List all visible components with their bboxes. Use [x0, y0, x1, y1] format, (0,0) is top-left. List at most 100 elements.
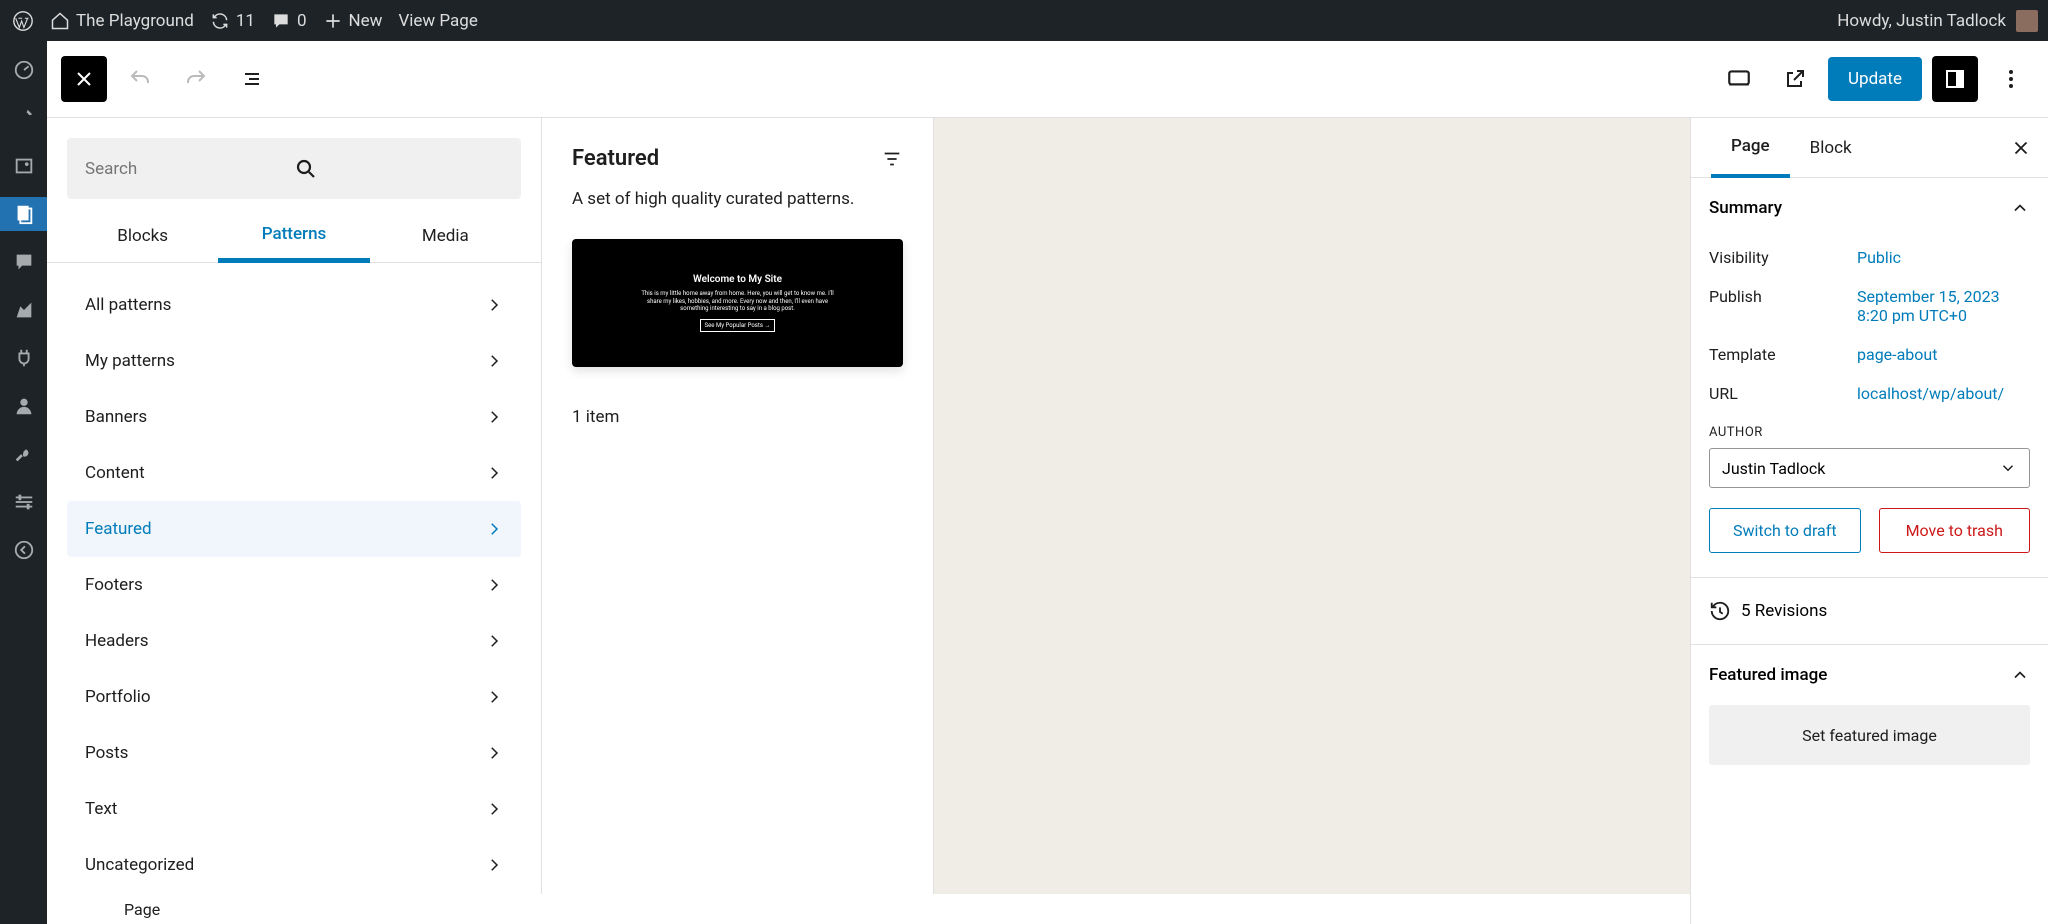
menu-collapse[interactable] — [0, 533, 47, 567]
visibility-row: Visibility Public — [1709, 238, 2030, 277]
url-row: URL localhost/wp/about/ — [1709, 374, 2030, 413]
menu-users[interactable] — [0, 389, 47, 423]
pattern-card-title: Welcome to My Site — [693, 274, 782, 285]
view-page-label: View Page — [398, 11, 477, 31]
editor-toolbar: Update — [47, 41, 2048, 118]
site-name-link[interactable]: The Playground — [50, 11, 194, 31]
filter-icon[interactable] — [881, 148, 903, 170]
history-icon — [1709, 600, 1731, 622]
my-account[interactable]: Howdy, Justin Tadlock — [1837, 10, 2048, 32]
refresh-icon — [210, 11, 230, 31]
cat-all-patterns[interactable]: All patterns — [67, 277, 521, 333]
chevron-right-icon — [485, 856, 503, 874]
inserter-tabs: Blocks Patterns Media — [47, 209, 541, 263]
undo-button[interactable] — [117, 56, 163, 102]
tab-media[interactable]: Media — [370, 209, 521, 262]
settings-sidebar: Page Block Summary Visibility Public Pub… — [1690, 118, 2048, 924]
settings-panel-toggle[interactable] — [1932, 56, 1978, 102]
chevron-right-icon — [485, 296, 503, 314]
search-input[interactable]: Search — [67, 138, 521, 199]
visibility-link[interactable]: Public — [1857, 248, 2030, 267]
menu-tools[interactable] — [0, 437, 47, 471]
cat-headers[interactable]: Headers — [67, 613, 521, 669]
site-title: The Playground — [76, 11, 194, 31]
cat-my-patterns[interactable]: My patterns — [67, 333, 521, 389]
pattern-categories: All patterns My patterns Banners Content… — [47, 263, 541, 924]
pattern-panel-title: Featured — [572, 146, 903, 171]
menu-plugins[interactable] — [0, 341, 47, 375]
template-row: Template page-about — [1709, 335, 2030, 374]
menu-pages[interactable] — [0, 197, 47, 231]
editor-canvas[interactable] — [934, 118, 1690, 924]
set-featured-image-button[interactable]: Set featured image — [1709, 705, 2030, 765]
list-view-button[interactable] — [229, 56, 275, 102]
admin-bar: The Playground 11 0 New View Page Howdy,… — [0, 0, 2048, 41]
chevron-up-icon — [2010, 665, 2030, 685]
redo-button[interactable] — [173, 56, 219, 102]
chevron-right-icon — [485, 688, 503, 706]
updates-count: 11 — [236, 11, 255, 31]
cat-portfolio[interactable]: Portfolio — [67, 669, 521, 725]
cat-uncategorized[interactable]: Uncategorized — [67, 837, 521, 893]
greeting: Howdy, Justin Tadlock — [1837, 11, 2006, 31]
chevron-right-icon — [485, 408, 503, 426]
wp-logo[interactable] — [12, 10, 34, 32]
pattern-card-body: This is my little home away from home. H… — [638, 290, 838, 313]
cat-content[interactable]: Content — [67, 445, 521, 501]
cat-text[interactable]: Text — [67, 781, 521, 837]
template-link[interactable]: page-about — [1857, 345, 2030, 364]
block-breadcrumb[interactable]: Page — [94, 894, 1690, 924]
home-icon — [50, 11, 70, 31]
revisions-link[interactable]: 5 Revisions — [1691, 578, 2048, 644]
url-link[interactable]: localhost/wp/about/ — [1857, 384, 2030, 403]
tab-patterns[interactable]: Patterns — [218, 209, 369, 263]
comments-count: 0 — [297, 11, 307, 31]
chevron-right-icon — [485, 800, 503, 818]
options-button[interactable] — [1988, 56, 2034, 102]
comment-icon — [271, 11, 291, 31]
close-sidebar-button[interactable] — [2010, 137, 2032, 159]
search-icon — [294, 157, 503, 181]
new-label: New — [349, 11, 383, 31]
view-page-link[interactable]: View Page — [398, 11, 477, 31]
comments-link[interactable]: 0 — [271, 11, 307, 31]
view-button[interactable] — [1716, 56, 1762, 102]
new-link[interactable]: New — [323, 11, 383, 31]
cat-posts[interactable]: Posts — [67, 725, 521, 781]
updates-link[interactable]: 11 — [210, 11, 255, 31]
chevron-right-icon — [485, 352, 503, 370]
menu-dashboard[interactable] — [0, 53, 47, 87]
author-label: AUTHOR — [1709, 425, 2030, 440]
admin-menu — [0, 41, 47, 924]
cat-featured[interactable]: Featured — [67, 501, 521, 557]
menu-settings[interactable] — [0, 485, 47, 519]
tab-blocks[interactable]: Blocks — [67, 209, 218, 262]
menu-posts[interactable] — [0, 101, 47, 135]
move-to-trash-button[interactable]: Move to trash — [1879, 508, 2031, 553]
inserter-toggle[interactable] — [61, 56, 107, 102]
tab-block[interactable]: Block — [1790, 118, 1872, 178]
pattern-preview-panel: Featured A set of high quality curated p… — [542, 118, 934, 924]
cat-banners[interactable]: Banners — [67, 389, 521, 445]
tab-page[interactable]: Page — [1711, 118, 1790, 178]
menu-media[interactable] — [0, 149, 47, 183]
chevron-up-icon — [2010, 198, 2030, 218]
author-select[interactable]: Justin Tadlock — [1709, 448, 2030, 488]
summary-toggle[interactable]: Summary — [1691, 178, 2048, 238]
cat-footers[interactable]: Footers — [67, 557, 521, 613]
publish-link[interactable]: September 15, 2023 8:20 pm UTC+0 — [1857, 287, 2030, 325]
chevron-down-icon — [1999, 459, 2017, 477]
featured-image-toggle[interactable]: Featured image — [1691, 645, 2048, 705]
pattern-card[interactable]: Welcome to My Site This is my little hom… — [572, 239, 903, 367]
chevron-right-icon — [485, 464, 503, 482]
plus-icon — [323, 11, 343, 31]
pattern-count: 1 item — [572, 407, 903, 427]
chevron-right-icon — [485, 520, 503, 538]
avatar — [2016, 10, 2038, 32]
menu-comments[interactable] — [0, 245, 47, 279]
external-link-button[interactable] — [1772, 56, 1818, 102]
publish-row: Publish September 15, 2023 8:20 pm UTC+0 — [1709, 277, 2030, 335]
update-button[interactable]: Update — [1828, 57, 1922, 101]
menu-appearance[interactable] — [0, 293, 47, 327]
switch-to-draft-button[interactable]: Switch to draft — [1709, 508, 1861, 553]
